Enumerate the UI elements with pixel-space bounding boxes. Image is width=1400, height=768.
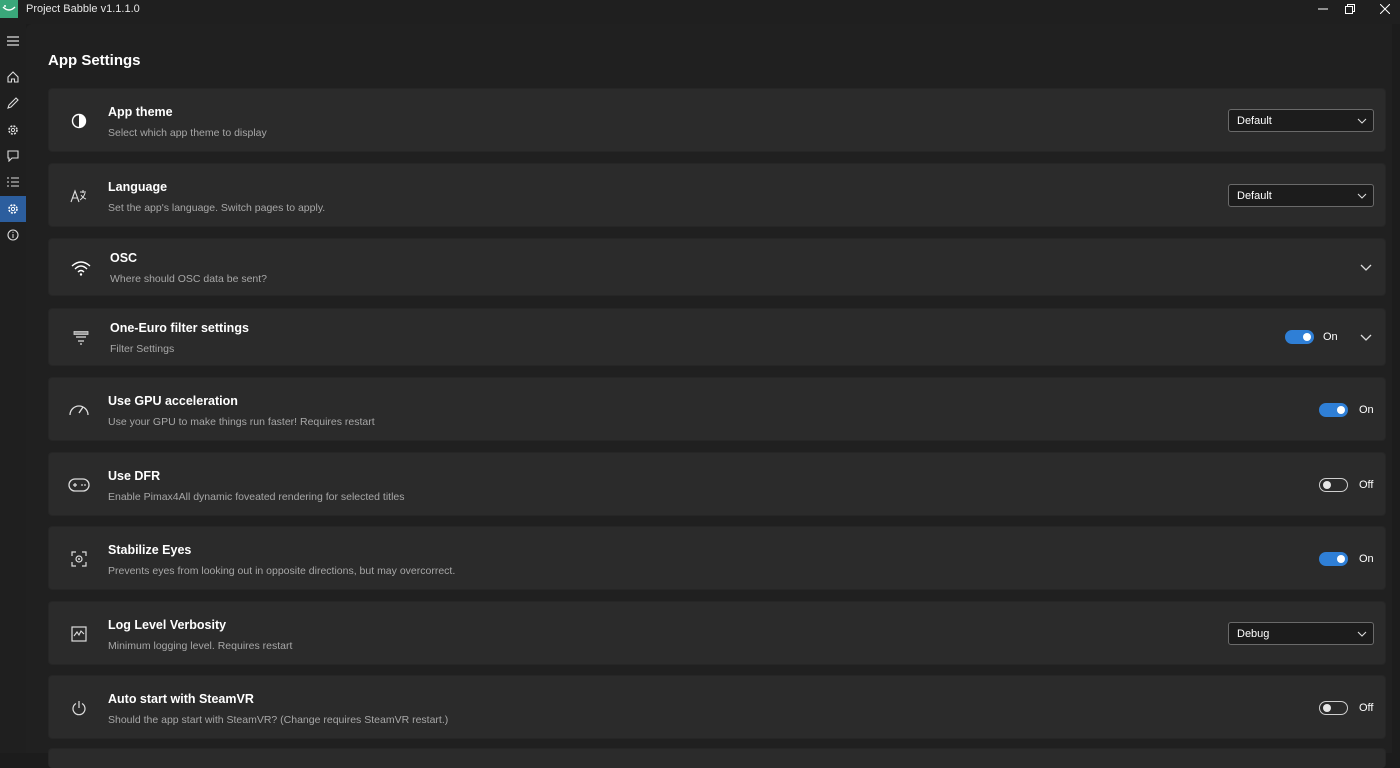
setting-title: Stabilize Eyes — [108, 543, 192, 557]
toggle-state-label: On — [1359, 553, 1374, 565]
setting-description: Set the app's language. Switch pages to … — [108, 202, 326, 214]
dropdown-value: Default — [1237, 190, 1272, 202]
chat-bubble-icon[interactable] — [0, 143, 26, 169]
setting-description: Use your GPU to make things run faster! … — [108, 416, 375, 428]
setting-title: Language — [108, 180, 168, 194]
page-title: App Settings — [48, 52, 141, 69]
eye-scan-icon — [67, 547, 91, 571]
gamepad-icon — [67, 473, 91, 497]
setting-card-stabilize-eyes: Stabilize Eyes Prevents eyes from lookin… — [48, 526, 1386, 590]
chevron-down-icon — [1357, 118, 1367, 124]
translate-icon — [67, 184, 91, 208]
hamburger-menu-icon[interactable] — [0, 28, 26, 54]
stabilize-eyes-toggle[interactable] — [1319, 552, 1348, 566]
title-bar: Project Babble v1.1.1.0 — [0, 0, 1400, 24]
setting-card-use-dfr: Use DFR Enable Pimax4All dynamic foveate… — [48, 452, 1386, 516]
toggle-knob — [1337, 555, 1345, 563]
setting-card-auto-start-steamvr: Auto start with SteamVR Should the app s… — [48, 675, 1386, 739]
chevron-down-icon — [1357, 193, 1367, 199]
setting-title: Use DFR — [108, 469, 161, 483]
setting-title: One-Euro filter settings — [110, 321, 249, 335]
app-logo-icon — [0, 0, 18, 18]
sidebar — [0, 24, 26, 753]
home-icon[interactable] — [0, 64, 26, 90]
setting-card-one-euro-filter[interactable]: One-Euro filter settings Filter Settings… — [48, 308, 1386, 366]
window-title: Project Babble v1.1.1.0 — [26, 3, 140, 15]
toggle-state-label: On — [1323, 331, 1338, 343]
chevron-down-icon[interactable] — [1358, 329, 1374, 345]
setting-card-partial — [48, 748, 1386, 768]
setting-description: Select which app theme to display — [108, 127, 267, 139]
contrast-icon — [67, 109, 91, 133]
chevron-down-icon[interactable] — [1358, 259, 1374, 275]
language-dropdown[interactable]: Default — [1228, 184, 1374, 207]
gpu-acceleration-toggle[interactable] — [1319, 403, 1348, 417]
setting-card-osc[interactable]: OSC Where should OSC data be sent? — [48, 238, 1386, 296]
power-icon — [67, 696, 91, 720]
setting-card-log-level: Log Level Verbosity Minimum logging leve… — [48, 601, 1386, 665]
restore-button[interactable] — [1333, 0, 1367, 18]
dropdown-value: Debug — [1237, 628, 1270, 640]
setting-title: Use GPU acceleration — [108, 394, 238, 408]
use-dfr-toggle[interactable] — [1319, 478, 1348, 492]
setting-title: App theme — [108, 105, 173, 119]
setting-title: Log Level Verbosity — [108, 618, 227, 632]
setting-card-app-theme: App theme Select which app theme to disp… — [48, 88, 1386, 152]
app-theme-dropdown[interactable]: Default — [1228, 109, 1374, 132]
settings-gear-icon[interactable] — [0, 196, 26, 222]
main-content: App Settings App theme Select which app … — [26, 24, 1400, 768]
toggle-knob — [1303, 333, 1311, 341]
toggle-knob — [1337, 406, 1345, 414]
close-button[interactable] — [1368, 0, 1400, 18]
wifi-icon — [69, 256, 93, 280]
setting-description: Should the app start with SteamVR? (Chan… — [108, 714, 449, 726]
setting-description: Where should OSC data be sent? — [110, 273, 268, 285]
pencil-icon[interactable] — [0, 90, 26, 116]
chevron-down-icon — [1357, 631, 1367, 637]
setting-description: Minimum logging level. Requires restart — [108, 640, 293, 652]
setting-card-gpu-acceleration: Use GPU acceleration Use your GPU to mak… — [48, 377, 1386, 441]
toggle-state-label: On — [1359, 404, 1374, 416]
toggle-state-label: Off — [1359, 702, 1374, 714]
setting-card-language: Language Set the app's language. Switch … — [48, 163, 1386, 227]
speedometer-icon — [67, 398, 91, 422]
dropdown-value: Default — [1237, 115, 1272, 127]
one-euro-filter-toggle[interactable] — [1285, 330, 1314, 344]
list-icon[interactable] — [0, 169, 26, 195]
setting-title: OSC — [110, 251, 138, 265]
toggle-knob — [1323, 704, 1331, 712]
toggle-state-label: Off — [1359, 479, 1374, 491]
setting-description: Prevents eyes from looking out in opposi… — [108, 565, 456, 577]
auto-start-steamvr-toggle[interactable] — [1319, 701, 1348, 715]
log-level-dropdown[interactable]: Debug — [1228, 622, 1374, 645]
filter-icon — [69, 326, 93, 350]
setting-title: Auto start with SteamVR — [108, 692, 254, 706]
info-icon[interactable] — [0, 222, 26, 248]
scrollbar[interactable] — [1392, 24, 1400, 753]
activity-chart-icon — [67, 622, 91, 646]
setting-description: Enable Pimax4All dynamic foveated render… — [108, 491, 405, 503]
toggle-knob — [1323, 481, 1331, 489]
setting-description: Filter Settings — [110, 343, 175, 355]
gear-icon[interactable] — [0, 117, 26, 143]
